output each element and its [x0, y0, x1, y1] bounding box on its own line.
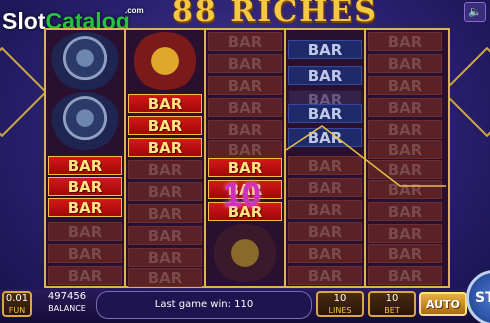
bar-symbol: BAR — [208, 98, 282, 117]
bar-symbol: BAR — [288, 156, 362, 175]
bar-symbol: BAR — [128, 94, 202, 113]
bar-symbol: BAR — [288, 66, 362, 85]
bar-symbol: BAR — [288, 244, 362, 263]
bar-symbol: BAR — [48, 244, 122, 263]
bar-symbol: BAR — [368, 244, 442, 263]
bar-symbol: BAR — [128, 248, 202, 267]
logo-suffix: .com — [125, 6, 144, 15]
bet-value: 10 — [385, 293, 399, 304]
bar-symbol: BAR — [288, 178, 362, 197]
game-screen: 88 RICHES SlotCatalog .com 🔈 BAR BAR BAR BA… — [0, 0, 490, 323]
bar-symbol: BAR — [48, 198, 122, 217]
bar-symbol: BAR — [288, 266, 362, 285]
bar-symbol: BAR — [368, 224, 442, 243]
bar-symbol: BAR — [288, 104, 362, 123]
reel-1: BAR BAR BAR BAR BAR BAR — [46, 30, 126, 286]
bar-symbol: BAR — [128, 138, 202, 157]
bar-symbol: BAR — [368, 202, 442, 221]
bar-symbol: BAR — [368, 98, 442, 117]
reel-5: BAR BAR BAR BAR BAR BAR BAR BAR BAR BAR BAR BAR — [366, 30, 444, 286]
gold-bar-symbol — [130, 32, 200, 90]
left-decoration — [0, 46, 48, 138]
bar-symbol: BAR — [368, 120, 442, 139]
coin-value-button[interactable]: 0.01 FUN — [2, 291, 32, 317]
lines-value: 10 — [333, 293, 347, 304]
bar-symbol: BAR — [48, 266, 122, 285]
bar-symbol: BAR — [208, 140, 282, 159]
auto-button[interactable]: AUTO — [419, 292, 467, 316]
bar-symbol: BAR — [368, 180, 442, 199]
bar-symbol: BAR — [368, 140, 442, 159]
bar-symbol: BAR — [288, 40, 362, 59]
bar-symbol: BAR — [48, 156, 122, 175]
bar-symbol: BAR — [48, 177, 122, 196]
bar-symbol: BAR — [208, 120, 282, 139]
bet-label: BET — [384, 306, 400, 315]
bar-symbol: BAR — [128, 204, 202, 223]
coin-label: FUN — [8, 306, 26, 315]
bar-symbol: BAR — [128, 160, 202, 179]
logo-part1: Slot — [2, 8, 46, 34]
lines-label: LINES — [328, 306, 352, 315]
bar-symbol: BAR — [368, 32, 442, 51]
gold-bar-symbol — [210, 224, 280, 282]
watch-symbol — [50, 32, 120, 90]
bar-symbol: BAR — [128, 226, 202, 245]
speaker-icon[interactable]: 🔈 — [464, 2, 486, 22]
bar-symbol: BAR — [368, 160, 442, 179]
reel-area: BAR BAR BAR BAR BAR BAR BAR BAR BAR BAR BAR BAR BAR B… — [44, 28, 450, 288]
watch-symbol — [50, 92, 120, 150]
bar-symbol: BAR — [368, 54, 442, 73]
bar-symbol: BAR — [208, 32, 282, 51]
bar-symbol: BAR — [208, 158, 282, 177]
bar-symbol: BAR — [128, 182, 202, 201]
reel-2: BAR BAR BAR BAR BAR BAR BAR BAR BAR — [126, 30, 206, 287]
bar-symbol: BAR — [128, 116, 202, 135]
bar-symbol: BAR — [208, 54, 282, 73]
game-title: 88 RICHES — [172, 0, 378, 29]
bar-symbol: BAR — [368, 266, 442, 285]
win-amount: 10 — [223, 176, 261, 214]
reel-3: BAR BAR BAR BAR BAR BAR BAR BAR BAR — [206, 30, 286, 286]
bar-symbol: BAR — [288, 222, 362, 241]
bar-symbol: BAR — [208, 76, 282, 95]
bar-symbol: BAR — [48, 222, 122, 241]
balance-value: 497456 — [47, 291, 87, 302]
reel-4: BARBARBARBARBARBARBARBARBARBARBARBAR — [286, 30, 366, 286]
bar-symbol: BAR — [368, 76, 442, 95]
bar-symbol: BAR — [288, 200, 362, 219]
lines-button[interactable]: 10 LINES — [316, 291, 364, 317]
bar-symbol: BAR — [128, 268, 202, 287]
balance-display: 497456 BALANCE — [44, 291, 90, 317]
coin-value: 0.01 — [5, 293, 29, 304]
bet-button[interactable]: 10 BET — [368, 291, 416, 317]
balance-label: BALANCE — [48, 304, 86, 313]
message-display: Last game win: 110 — [96, 291, 312, 319]
bar-symbol: BAR — [288, 128, 362, 147]
